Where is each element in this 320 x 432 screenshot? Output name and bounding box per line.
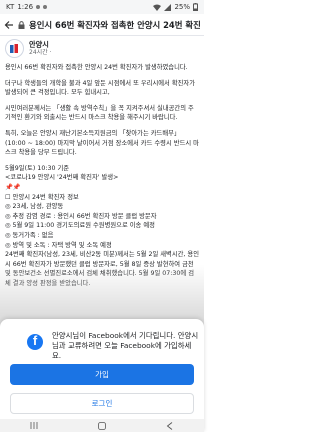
back-nav-icon[interactable] bbox=[166, 421, 174, 430]
post-line: ◎ 동거가족 : 없음 bbox=[5, 231, 54, 239]
page-title: 용인시 66번 확진자와 접촉한 안양시 24번 확진자... bbox=[29, 19, 200, 30]
signup-sheet: f 안양시님이 Facebook에서 기다립니다. 안양시님과 교류하려면 오늘… bbox=[0, 319, 204, 432]
author-name[interactable]: 안양시 bbox=[29, 40, 52, 49]
status-bar: KT 1:26 25% bbox=[0, 0, 204, 14]
post-line: ◎ 방역 및 소독 : 자택 방역 및 소독 예정 bbox=[5, 241, 112, 249]
post-line: ☐ 안양시 24번 확진자 정보 bbox=[5, 193, 79, 201]
carrier-label: KT bbox=[6, 3, 15, 11]
login-button[interactable]: 로그인 bbox=[10, 393, 194, 414]
notification-icon bbox=[36, 5, 41, 9]
facebook-logo-icon: f bbox=[27, 333, 43, 350]
recent-apps-icon[interactable] bbox=[30, 422, 38, 429]
battery-icon bbox=[193, 3, 198, 11]
post-line: 📌📌 bbox=[5, 183, 21, 191]
post-header: 안양시 24시간 · bbox=[5, 39, 199, 58]
wifi-icon bbox=[153, 4, 162, 11]
post-body: 용인시 66번 확진자와 접촉한 안양시 24번 확진자가 발생하였습니다. 더… bbox=[5, 63, 199, 288]
join-button[interactable]: 가입 bbox=[10, 364, 194, 385]
anyang-logo-icon bbox=[10, 44, 18, 53]
signal-icon bbox=[164, 3, 172, 11]
post-paragraph: 용인시 66번 확진자와 접촉한 안양시 24번 확진자가 발생하였습니다. bbox=[5, 64, 188, 71]
post-line: 5월9일(토) 10:30 기준 bbox=[5, 164, 70, 172]
post-time: 24시간 · bbox=[29, 49, 52, 56]
post: 안양시 24시간 · 용인시 66번 확진자와 접촉한 안양시 24번 확진자가… bbox=[0, 36, 204, 288]
post-paragraph: 시민여러분께서는 「생활 속 방역수칙」을 꼭 지켜주셔서 실내공간의 주기적인… bbox=[5, 104, 194, 122]
post-line: ◎ 추정 감염 경로 : 용인시 66번 확진자 방문 클럽 방문자 bbox=[5, 212, 157, 220]
post-paragraph: 더구나 학생들의 개학을 불과 4일 앞둔 시점에서 또 우리시에서 확진자가 … bbox=[5, 79, 196, 97]
post-line: <코로나19 안양시 '24번째 확진자' 발생> bbox=[5, 174, 119, 182]
back-arrow-icon[interactable] bbox=[4, 20, 14, 30]
avatar[interactable] bbox=[5, 39, 24, 58]
home-icon[interactable] bbox=[98, 421, 106, 430]
signup-message: 안양시님이 Facebook에서 기다립니다. 안양시님과 교류하려면 오늘 F… bbox=[52, 331, 199, 360]
notification-icon bbox=[43, 5, 48, 9]
post-paragraph: 특히, 오늘은 안양시 재난기본소득지원금의 「찾아가는 카드배부」 (10:0… bbox=[5, 129, 199, 157]
lock-icon bbox=[18, 20, 25, 29]
battery-level: 25% bbox=[174, 3, 190, 11]
system-nav-bar bbox=[0, 419, 204, 432]
post-line: ◎ 5월 9일 11:00 경기도의료원 수원병원으로 이송 예정 bbox=[5, 222, 155, 230]
post-line: ◎ 23세, 남성, 관양동 bbox=[5, 203, 64, 211]
app-bar: 용인시 66번 확진자와 접촉한 안양시 24번 확진자... bbox=[0, 14, 204, 36]
clock: 1:26 bbox=[17, 3, 34, 11]
